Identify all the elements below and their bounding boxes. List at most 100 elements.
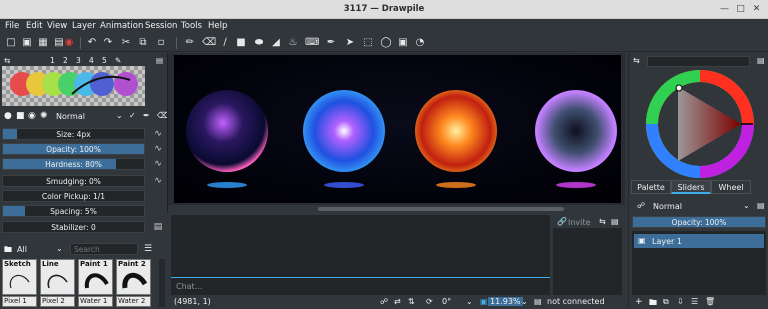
- menu-file[interactable]: File: [5, 21, 19, 31]
- delete-layer-icon[interactable]: 🗑: [705, 297, 715, 306]
- curve-icon[interactable]: ∿: [152, 158, 164, 170]
- rect-select-icon[interactable]: ⬚: [362, 37, 374, 49]
- layer-row[interactable]: ▣ Layer 1: [634, 234, 764, 248]
- eraser-slot-icon[interactable]: ✎: [115, 56, 121, 65]
- dock-menu-icon[interactable]: ▤: [152, 221, 164, 233]
- eyedropper-icon[interactable]: ✒: [143, 111, 150, 120]
- preset-scrollbar[interactable]: [159, 259, 165, 307]
- chat-input[interactable]: Chat...: [171, 277, 550, 294]
- curve-icon[interactable]: ∿: [152, 175, 164, 187]
- freehand-icon[interactable]: ✏: [184, 37, 196, 49]
- dock-menu-icon[interactable]: ▤: [156, 56, 163, 65]
- curve-icon[interactable]: ∿: [152, 143, 164, 155]
- canvas-hscrollbar[interactable]: [168, 205, 626, 213]
- menu-view[interactable]: View: [47, 21, 67, 31]
- folder-icon[interactable]: 🖿: [4, 244, 12, 258]
- preset-search-input[interactable]: [70, 243, 138, 255]
- scrollbar-thumb[interactable]: [318, 207, 564, 211]
- maximize-icon[interactable]: □: [734, 3, 747, 16]
- save-icon[interactable]: ▦: [37, 37, 49, 49]
- menu-session[interactable]: Session: [145, 21, 177, 31]
- size-slider[interactable]: Size: 4px: [2, 128, 145, 140]
- zoom-value[interactable]: 11.93%: [488, 297, 523, 306]
- flip-icon[interactable]: ⇅: [408, 297, 415, 306]
- transform-icon[interactable]: ▣: [397, 37, 409, 49]
- chevron-down-icon[interactable]: ⌄: [116, 111, 123, 120]
- menu-layer[interactable]: Layer: [72, 21, 96, 31]
- brush-slot-3[interactable]: 3: [76, 56, 81, 65]
- eraser-icon[interactable]: ⌫: [202, 37, 216, 49]
- duplicate-layer-icon[interactable]: ⧉: [663, 297, 669, 307]
- gradient-icon[interactable]: ◢: [270, 37, 282, 49]
- record-icon[interactable]: ◉: [63, 37, 75, 49]
- float-icon[interactable]: ⇆: [633, 56, 640, 65]
- tab-palette[interactable]: Palette: [631, 180, 671, 194]
- zoom-icon[interactable]: ▣: [480, 297, 488, 306]
- chevron-down-icon[interactable]: ⌄: [743, 201, 750, 210]
- minimize-icon[interactable]: —: [718, 3, 731, 16]
- user-list[interactable]: [553, 228, 622, 295]
- round-brush-icon[interactable]: ●: [4, 111, 12, 121]
- brush-slot-2[interactable]: 2: [63, 56, 68, 65]
- brush-slot-4[interactable]: 4: [89, 56, 94, 65]
- color-wheel[interactable]: [645, 69, 755, 179]
- undo-icon[interactable]: ↶: [86, 37, 98, 49]
- lock-icon[interactable]: ☍: [380, 297, 388, 306]
- add-layer-icon[interactable]: +: [635, 297, 643, 307]
- hardness-slider[interactable]: Hardness: 80%: [2, 158, 145, 170]
- lasso-icon[interactable]: ◯: [380, 37, 392, 49]
- dock-menu-icon[interactable]: ▤: [757, 56, 765, 65]
- curve-icon[interactable]: ∿: [152, 128, 164, 140]
- select-icon[interactable]: ➤: [344, 37, 356, 49]
- menu-icon[interactable]: ☰: [144, 244, 152, 254]
- brush-slot-5[interactable]: 5: [102, 56, 107, 65]
- add-group-icon[interactable]: 🖿: [649, 297, 657, 309]
- menu-help[interactable]: Help: [208, 21, 227, 31]
- new-icon[interactable]: □: [5, 37, 17, 49]
- rotation-value[interactable]: 0°: [442, 297, 451, 306]
- preset-tile[interactable]: Pixel 2: [40, 296, 75, 307]
- menu-tools[interactable]: Tools: [181, 21, 202, 31]
- ellipse-icon[interactable]: ⬬: [253, 37, 265, 49]
- copy-icon[interactable]: ⧉: [137, 37, 149, 49]
- float-icon[interactable]: ⇆: [599, 217, 606, 226]
- preset-tile[interactable]: Paint 2: [116, 259, 151, 295]
- rectangle-icon[interactable]: ■: [235, 37, 247, 49]
- inspector-icon[interactable]: ◔: [414, 37, 426, 49]
- preset-tile[interactable]: Water 2: [116, 296, 151, 307]
- canvas[interactable]: [174, 55, 621, 203]
- menu-edit[interactable]: Edit: [26, 21, 42, 31]
- invite-button[interactable]: Invite: [568, 218, 590, 227]
- mypaint-brush-icon[interactable]: ✺: [40, 111, 48, 121]
- layer-visible-checkbox[interactable]: ▣: [638, 236, 646, 245]
- pressure-icon[interactable]: ✓: [129, 111, 136, 120]
- preset-tile[interactable]: Sketch: [2, 259, 37, 295]
- open-icon[interactable]: ▣: [21, 37, 33, 49]
- redo-icon[interactable]: ↷: [102, 37, 114, 49]
- rotate-icon[interactable]: ⟳: [426, 297, 433, 306]
- line-icon[interactable]: ∕: [219, 37, 231, 49]
- soft-brush-icon[interactable]: ◉: [28, 111, 36, 121]
- dock-float-icon[interactable]: ⇆: [4, 56, 10, 65]
- square-brush-icon[interactable]: ■: [16, 111, 25, 121]
- spacing-slider[interactable]: Spacing: 5%: [2, 205, 145, 217]
- paste-icon[interactable]: ▫: [155, 37, 167, 49]
- dock-menu-icon[interactable]: ▤: [757, 201, 765, 210]
- color-hex-field[interactable]: [647, 56, 750, 67]
- preset-tile[interactable]: Water 1: [78, 296, 113, 307]
- layer-opacity-slider[interactable]: Opacity: 100%: [632, 216, 766, 228]
- layer-blend-select[interactable]: Normal: [653, 202, 682, 211]
- menu-animation[interactable]: Animation: [100, 21, 143, 31]
- color-picker-icon[interactable]: ✒: [325, 37, 337, 49]
- fill-icon[interactable]: ♨: [287, 37, 299, 49]
- text-icon[interactable]: ⌨: [305, 37, 319, 49]
- layer-properties-icon[interactable]: ☰: [691, 297, 698, 306]
- dock-menu-icon[interactable]: ▤: [611, 217, 619, 226]
- preset-filter-select[interactable]: All: [17, 245, 27, 254]
- preset-tile[interactable]: Line: [40, 259, 75, 295]
- chevron-down-icon[interactable]: ⌄: [56, 244, 63, 253]
- opacity-slider[interactable]: Opacity: 100%: [2, 143, 145, 155]
- tab-sliders[interactable]: Sliders: [671, 180, 711, 194]
- smudging-slider[interactable]: Smudging: 0%: [2, 175, 145, 187]
- blend-mode-select[interactable]: Normal: [56, 112, 85, 121]
